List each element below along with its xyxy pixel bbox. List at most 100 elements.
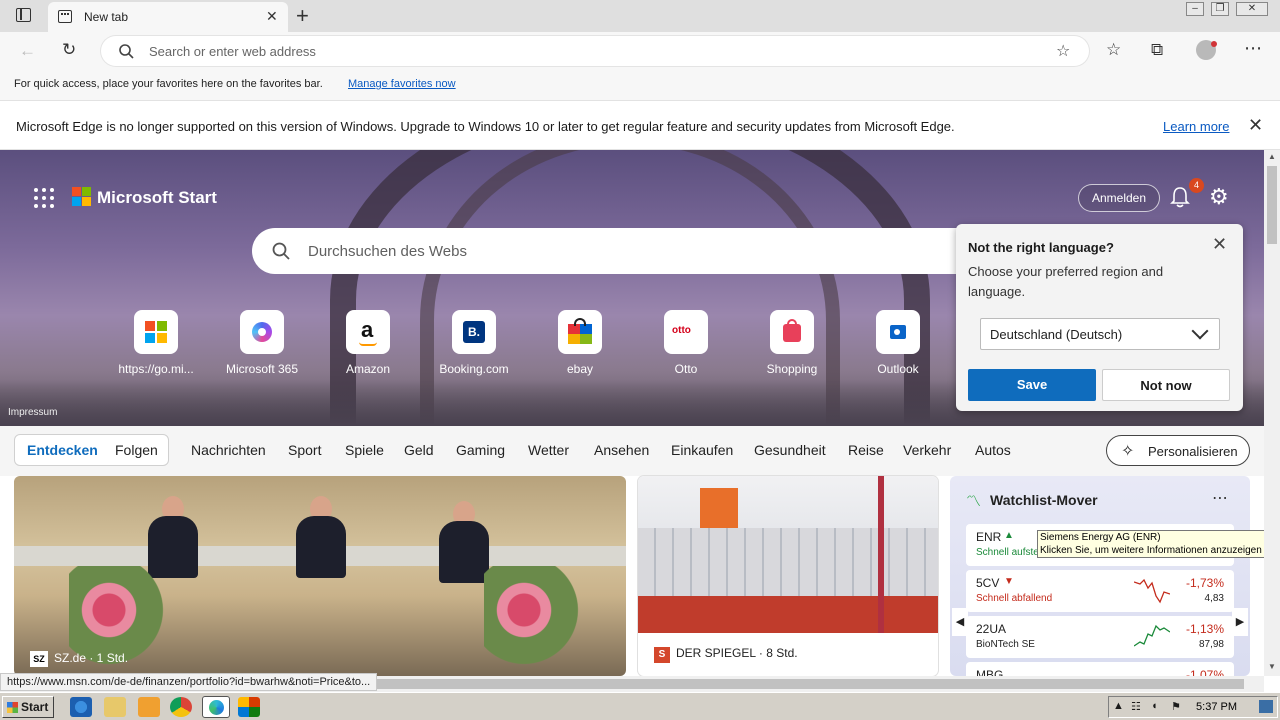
- tab-reise[interactable]: Reise: [848, 442, 884, 458]
- trend-down-icon: ▼: [1004, 576, 1014, 587]
- stock-symbol: ENR: [976, 530, 1002, 544]
- ie-icon[interactable]: [70, 697, 92, 717]
- tab-spiele[interactable]: Spiele: [345, 442, 384, 458]
- news-card-ship[interactable]: S DER SPIEGEL · 8 Std.: [638, 476, 938, 676]
- tab-einkaufen[interactable]: Einkaufen: [671, 442, 733, 458]
- stock-name: Schnell aufste: [976, 547, 1039, 558]
- refresh-icon[interactable]: ↻: [62, 40, 76, 60]
- start-button[interactable]: Start: [2, 696, 54, 718]
- tab-gaming[interactable]: Gaming: [456, 442, 505, 458]
- stock-symbol: MBG: [976, 668, 1004, 676]
- tab-gesundheit[interactable]: Gesundheit: [754, 442, 826, 458]
- region-language-value: Deutschland (Deutsch): [990, 327, 1123, 342]
- quick-link-label: Amazon: [345, 362, 391, 376]
- tab-close-icon[interactable]: ✕: [266, 8, 278, 25]
- edge-taskbar-button[interactable]: [202, 696, 230, 718]
- explorer-icon[interactable]: [104, 697, 126, 717]
- learn-more-link[interactable]: Learn more: [1163, 119, 1229, 134]
- quick-link-label: Microsoft 365: [225, 362, 299, 376]
- quick-link-label: Booking.com: [439, 362, 509, 376]
- chrome-icon[interactable]: [170, 697, 192, 717]
- impressum-link[interactable]: Impressum: [8, 407, 57, 418]
- news-card-main[interactable]: SZ SZ.de · 1 Std.: [14, 476, 626, 676]
- watchlist-row[interactable]: 22UA BioNTech SE -1,13% 87,98: [966, 616, 1234, 658]
- tab-verkehr[interactable]: Verkehr: [903, 442, 951, 458]
- notifications-bell-icon[interactable]: [1170, 186, 1190, 208]
- language-popup-close-icon[interactable]: ✕: [1212, 234, 1227, 255]
- person-photo: [296, 516, 346, 578]
- apps-launcher-icon[interactable]: [34, 188, 54, 208]
- address-bar[interactable]: Search or enter web address ☆: [101, 36, 1089, 66]
- tab-autos[interactable]: Autos: [975, 442, 1011, 458]
- stock-change: -1,73%: [1185, 576, 1224, 590]
- app-icon[interactable]: [238, 697, 260, 717]
- quick-link-label: Shopping: [766, 362, 818, 376]
- quick-link-tile[interactable]: Outlook: [853, 310, 943, 376]
- region-language-select[interactable]: Deutschland (Deutsch): [980, 318, 1220, 350]
- carousel-next-button[interactable]: ▶: [1232, 608, 1248, 636]
- favorites-bar: For quick access, place your favorites h…: [0, 70, 1280, 100]
- language-popup: Not the right language? ✕ Choose your pr…: [956, 224, 1243, 411]
- show-desktop-icon[interactable]: [1259, 700, 1273, 713]
- media-player-icon[interactable]: [138, 697, 160, 717]
- trend-up-icon: 〽: [966, 493, 982, 510]
- stock-price: 4,83: [1204, 593, 1224, 604]
- add-favorite-icon[interactable]: ☆: [1056, 41, 1070, 61]
- quick-link-tile[interactable]: B. Booking.com: [429, 310, 519, 376]
- flower-arrangement: [484, 566, 584, 676]
- manage-favorites-link[interactable]: Manage favorites now: [348, 78, 456, 90]
- tab-actions-icon[interactable]: [16, 8, 31, 22]
- microsoft-logo-icon: [72, 187, 92, 207]
- more-options-icon[interactable]: ⋯: [1244, 38, 1262, 59]
- port-crane: [878, 476, 938, 633]
- personalize-button[interactable]: ✧ Personalisieren: [1106, 435, 1250, 466]
- clock: 5:37 PM: [1196, 701, 1237, 713]
- not-now-button[interactable]: Not now: [1102, 369, 1230, 401]
- tab-new-tab[interactable]: New tab ✕: [48, 2, 288, 32]
- tab-folgen[interactable]: Folgen: [115, 442, 158, 458]
- flag-icon[interactable]: ⚑: [1171, 700, 1181, 713]
- tray-expand-icon[interactable]: ▲: [1113, 700, 1124, 712]
- collections-icon[interactable]: ⧉: [1151, 40, 1163, 60]
- close-window-button[interactable]: ✕: [1236, 2, 1268, 16]
- quick-link-tile[interactable]: https://go.mi...: [111, 310, 201, 376]
- watchlist-row[interactable]: MBG -1,07%: [966, 662, 1234, 676]
- volume-icon[interactable]: ◖: [1151, 700, 1158, 712]
- new-tab-button[interactable]: +: [296, 3, 309, 29]
- signin-button[interactable]: Anmelden: [1078, 184, 1160, 212]
- hero-background: Microsoft Start Anmelden 4 ⚙ Durchsuchen…: [0, 150, 1264, 510]
- quick-link-tile[interactable]: a Amazon: [323, 310, 413, 376]
- network-icon[interactable]: ☷: [1131, 700, 1141, 713]
- more-options-icon[interactable]: ⋯: [1212, 488, 1228, 508]
- save-language-button[interactable]: Save: [968, 369, 1096, 401]
- minimize-button[interactable]: –: [1186, 2, 1204, 16]
- tab-ansehen[interactable]: Ansehen: [594, 442, 649, 458]
- feed-nav: Entdecken Folgen Nachrichten Sport Spiel…: [0, 426, 1264, 476]
- tab-geld[interactable]: Geld: [404, 442, 434, 458]
- watchlist-row[interactable]: 5CV ▼ Schnell abfallend -1,73% 4,83: [966, 570, 1234, 612]
- ship-funnel: [700, 488, 738, 528]
- web-search-box[interactable]: Durchsuchen des Webs: [252, 228, 1012, 274]
- settings-gear-icon[interactable]: ⚙: [1209, 186, 1229, 208]
- back-icon[interactable]: ←: [19, 41, 36, 61]
- quick-link-tile[interactable]: otto Otto: [641, 310, 731, 376]
- quick-link-tile[interactable]: Microsoft 365: [217, 310, 307, 376]
- address-placeholder: Search or enter web address: [149, 44, 316, 59]
- maximize-button[interactable]: ❐: [1211, 2, 1229, 16]
- tab-sport[interactable]: Sport: [288, 442, 321, 458]
- tab-nachrichten[interactable]: Nachrichten: [191, 442, 266, 458]
- tab-bar: New tab ✕ + – ❐ ✕: [0, 0, 1280, 32]
- favorites-icon[interactable]: ☆: [1106, 40, 1121, 60]
- scroll-up-icon[interactable]: ▲: [1268, 152, 1276, 161]
- tab-wetter[interactable]: Wetter: [528, 442, 569, 458]
- carousel-prev-button[interactable]: ◀: [952, 608, 968, 636]
- scroll-down-icon[interactable]: ▼: [1268, 662, 1276, 671]
- tab-entdecken[interactable]: Entdecken: [27, 442, 98, 458]
- quick-link-tile[interactable]: Shopping: [747, 310, 837, 376]
- infobar-close-icon[interactable]: ✕: [1248, 115, 1263, 136]
- vertical-scrollbar[interactable]: ▲ ▼: [1264, 150, 1280, 676]
- quick-link-tile[interactable]: ebay: [535, 310, 625, 376]
- m365-icon: [240, 310, 284, 354]
- tab-title: New tab: [84, 10, 129, 24]
- vertical-scroll-thumb[interactable]: [1267, 166, 1277, 244]
